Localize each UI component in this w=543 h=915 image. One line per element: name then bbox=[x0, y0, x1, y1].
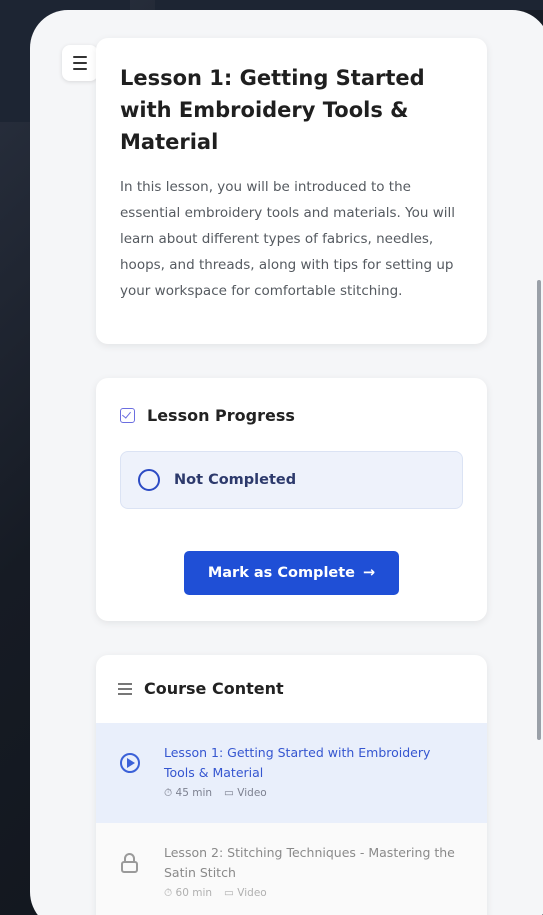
video-icon-type: ▭ Video bbox=[224, 787, 267, 799]
lesson-item-meta: ⏱ 60 min ▭ Video bbox=[164, 887, 267, 900]
hamburger-icon bbox=[73, 62, 87, 64]
mark-complete-label: Mark as Complete bbox=[207, 565, 356, 581]
clock-icon-duration: ⏱ 45 min bbox=[164, 787, 213, 799]
video-icon-type: ▭ Video bbox=[224, 887, 267, 899]
status-box: Not Completed bbox=[120, 451, 463, 509]
arrow-right-icon: → bbox=[363, 565, 376, 581]
lesson-item-title: Lesson 2: Stitching Techniques - Masteri… bbox=[164, 845, 455, 880]
lesson-description: In this lesson, you will be introduced t… bbox=[120, 179, 455, 299]
checkbox-icon bbox=[120, 408, 135, 423]
mark-complete-button[interactable]: Mark as Complete → bbox=[184, 551, 399, 595]
background-panel bbox=[155, 0, 543, 10]
lesson-item-locked[interactable]: Lesson 2: Stitching Techniques - Masteri… bbox=[96, 823, 487, 915]
list-icon bbox=[118, 682, 132, 695]
lesson-info-card: Lesson 1: Getting Started with Embroider… bbox=[96, 38, 487, 344]
course-content-card: Course Content Lesson 1: Getting Started… bbox=[96, 655, 487, 915]
scrollbar[interactable] bbox=[537, 280, 541, 740]
lesson-title: Lesson 1: Getting Started with Embroider… bbox=[120, 66, 425, 154]
lesson-item-meta: ⏱ 45 min ▭ Video bbox=[164, 787, 267, 800]
menu-button[interactable] bbox=[62, 45, 98, 81]
lesson-item-title: Lesson 1: Getting Started with Embroider… bbox=[164, 745, 431, 780]
hamburger-icon bbox=[73, 56, 87, 58]
play-icon bbox=[120, 753, 140, 773]
progress-heading: Lesson Progress bbox=[147, 406, 295, 425]
status-text: Not Completed bbox=[174, 472, 297, 488]
lock-icon bbox=[120, 853, 140, 873]
clock-icon-duration: ⏱ 60 min bbox=[164, 887, 213, 899]
course-content-heading: Course Content bbox=[144, 679, 284, 698]
lesson-item-active[interactable]: Lesson 1: Getting Started with Embroider… bbox=[96, 723, 487, 823]
course-content-header: Course Content bbox=[118, 679, 284, 698]
empty-circle-icon bbox=[138, 469, 160, 491]
hamburger-icon bbox=[73, 68, 87, 70]
lesson-progress-card: Lesson Progress Not Completed Mark as Co… bbox=[96, 378, 487, 621]
progress-header: Lesson Progress bbox=[120, 406, 295, 425]
